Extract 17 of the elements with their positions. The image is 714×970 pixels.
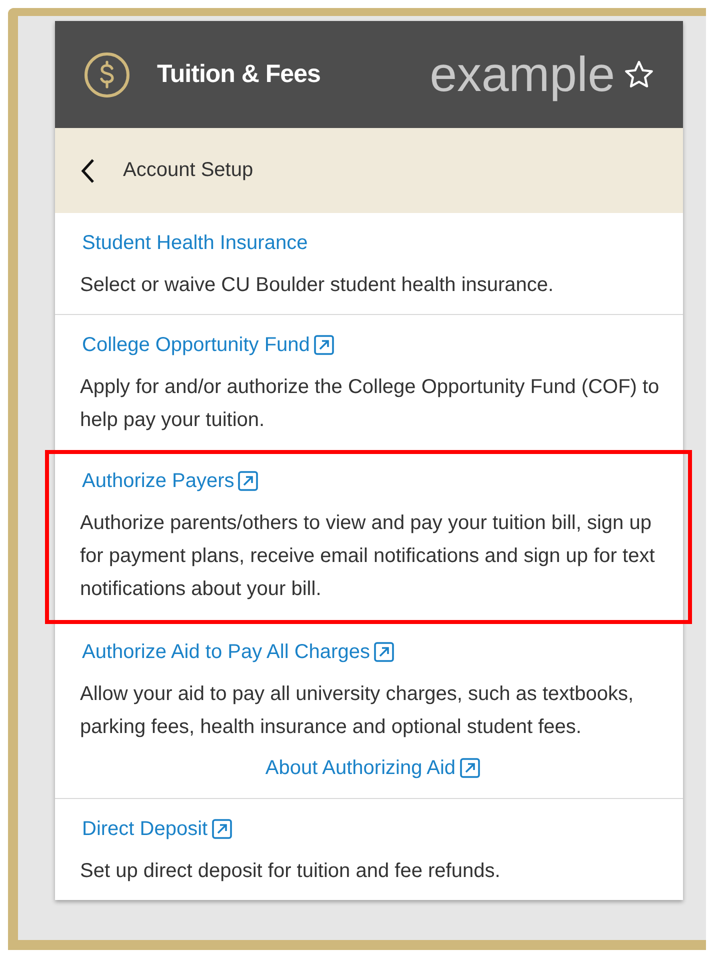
section-description: Allow your aid to pay all university charges, such as textbooks, parking fees, health insurance and optional student fees. (80, 682, 635, 740)
section-link[interactable]: Authorize Payers (82, 470, 234, 492)
section-description: Set up direct deposit for tuition and fee refunds. (80, 859, 502, 884)
section-link[interactable]: Authorize Aid to Pay All Charges (82, 640, 370, 664)
section-link[interactable]: Direct Deposit (82, 818, 208, 840)
section-link[interactable]: College Opportunity Fund (82, 334, 310, 356)
page-title: Tuition & Fees (157, 60, 320, 89)
section-description: Apply for and/or authorize the College Opportunity Fund (COF) to help pay your tuition. (80, 375, 660, 433)
section-heading: Account Setup (123, 159, 254, 182)
dollar-icon (83, 50, 131, 98)
back-icon[interactable] (81, 158, 95, 184)
header-label: example (430, 46, 615, 102)
info-link[interactable]: About Authorizing Aid (265, 756, 456, 780)
star-icon[interactable] (623, 58, 655, 90)
section-description: Authorize parents/others to view and pay your tuition bill, sign up for payment plans, receive email notifications and sign up for text notifications about your bill. (80, 511, 656, 602)
section-description: Select or waive CU Boulder student health insurance. (80, 273, 555, 298)
section-link[interactable]: Student Health Insurance (82, 232, 308, 254)
